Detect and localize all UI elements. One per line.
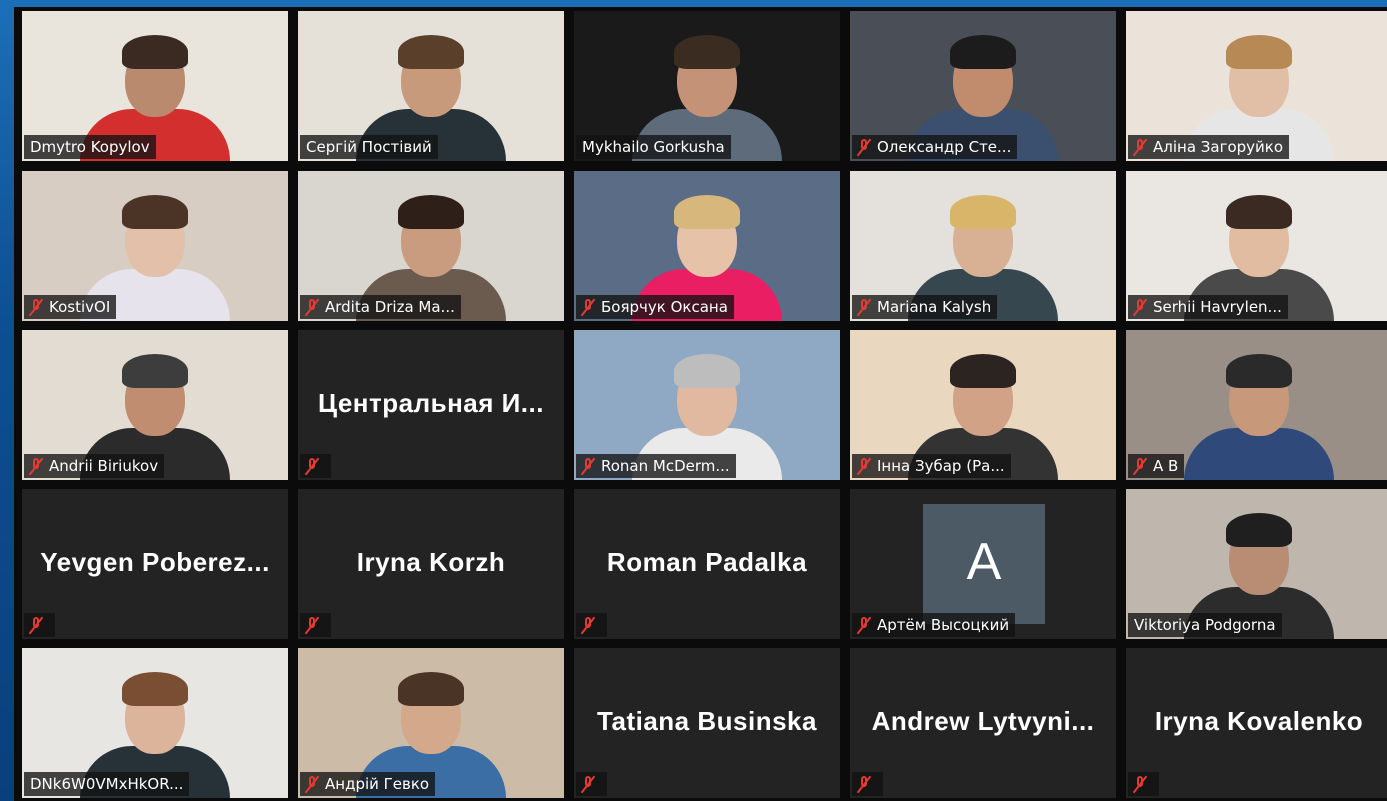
- participant-name: KostivOI: [49, 298, 111, 316]
- participant-display-name: Iryna Korzh: [356, 546, 506, 577]
- mic-muted-icon: [858, 138, 870, 156]
- participant-name: Viktoriya Podgorna: [1134, 616, 1276, 634]
- participant-name: Інна Зубар (Ра...: [877, 457, 1005, 475]
- participant-name: Аліна Загоруйко: [1153, 138, 1284, 156]
- participant-tile[interactable]: Сергій Постівий: [298, 11, 564, 161]
- participant-name-label: A B: [1128, 454, 1185, 478]
- participant-tile[interactable]: Dmytro Kopylov: [22, 11, 288, 161]
- mic-muted-icon: [30, 616, 42, 634]
- mic-muted-icon: [306, 616, 318, 634]
- participant-tile[interactable]: Олександр Сте...: [850, 11, 1116, 161]
- participant-avatar: A: [923, 504, 1045, 624]
- participant-display-name: Tatiana Businska: [597, 705, 817, 736]
- participant-tile[interactable]: A Артём Высоцкий: [850, 489, 1116, 639]
- participant-name-label: Аліна Загоруйко: [1128, 135, 1290, 159]
- participant-tile[interactable]: Andrii Biriukov: [22, 330, 288, 480]
- participant-silhouette: [1184, 340, 1334, 480]
- mic-muted-icon: [1134, 138, 1146, 156]
- zoom-gallery-view: Dmytro Kopylov Сергій Постівий Mykhailo Go…: [14, 7, 1387, 801]
- mic-muted-icon: [30, 457, 42, 475]
- mic-muted-icon: [306, 298, 318, 316]
- participant-tile[interactable]: Центральная И...: [298, 330, 564, 480]
- participant-name-label: [852, 772, 883, 796]
- participant-display-name: Центральная И...: [318, 387, 544, 418]
- participant-name: Андрій Гевко: [325, 775, 430, 793]
- participant-tile[interactable]: Iryna Kovalenko: [1126, 648, 1387, 798]
- participant-tile[interactable]: Roman Padalka: [574, 489, 840, 639]
- participant-tile[interactable]: Ronan McDerm...: [574, 330, 840, 480]
- participant-name-label: Боярчук Оксана: [576, 295, 734, 319]
- participant-name-label: [576, 772, 607, 796]
- participant-tile[interactable]: Інна Зубар (Ра...: [850, 330, 1116, 480]
- participant-name: A B: [1153, 457, 1179, 475]
- participant-name: Mariana Kalysh: [877, 298, 992, 316]
- mic-muted-icon: [1134, 457, 1146, 475]
- participant-name-label: [300, 613, 331, 637]
- participant-name-label: Інна Зубар (Ра...: [852, 454, 1011, 478]
- mic-muted-icon: [306, 457, 318, 475]
- participant-display-name: Andrew Lytvyni...: [871, 705, 1095, 736]
- participant-tile[interactable]: Боярчук Оксана: [574, 171, 840, 321]
- participant-tile[interactable]: Yevgen Poberez...: [22, 489, 288, 639]
- participant-name: Боярчук Оксана: [601, 298, 728, 316]
- mic-muted-icon: [30, 298, 42, 316]
- participant-name: DNk6W0VMxHkOR...: [30, 775, 184, 793]
- participant-name-label: Олександр Сте...: [852, 135, 1018, 159]
- mic-muted-icon: [858, 775, 870, 793]
- participant-name-label: Ardita Driza Ma...: [300, 295, 461, 319]
- participant-name-label: Андрій Гевко: [300, 772, 436, 796]
- participant-name-label: Serhii Havrylen...: [1128, 295, 1288, 319]
- participant-name-label: DNk6W0VMxHkOR...: [24, 772, 190, 796]
- mic-muted-icon: [582, 616, 594, 634]
- mic-muted-icon: [582, 298, 594, 316]
- participant-name: Andrii Biriukov: [49, 457, 159, 475]
- participant-name: Артём Высоцкий: [877, 616, 1010, 634]
- participant-tile[interactable]: Viktoriya Podgorna: [1126, 489, 1387, 639]
- participant-tile[interactable]: A B: [1126, 330, 1387, 480]
- participant-name-label: [1128, 772, 1159, 796]
- participant-tile[interactable]: Mykhailo Gorkusha: [574, 11, 840, 161]
- participant-name-label: Сергій Постівий: [300, 135, 438, 159]
- participant-name-label: Mariana Kalysh: [852, 295, 998, 319]
- participant-tile[interactable]: Аліна Загоруйко: [1126, 11, 1387, 161]
- participant-tile[interactable]: Mariana Kalysh: [850, 171, 1116, 321]
- mic-muted-icon: [582, 457, 594, 475]
- mic-muted-icon: [858, 616, 870, 634]
- participant-name: Dmytro Kopylov: [30, 138, 150, 156]
- participant-name-label: Mykhailo Gorkusha: [576, 135, 731, 159]
- participant-tile[interactable]: Ardita Driza Ma...: [298, 171, 564, 321]
- participant-name: Ardita Driza Ma...: [325, 298, 455, 316]
- participant-tile[interactable]: Andrew Lytvyni...: [850, 648, 1116, 798]
- mic-muted-icon: [858, 298, 870, 316]
- participant-name-label: [300, 454, 331, 478]
- participant-name: Mykhailo Gorkusha: [582, 138, 725, 156]
- mic-muted-icon: [582, 775, 594, 793]
- participant-tile[interactable]: Iryna Korzh: [298, 489, 564, 639]
- participant-name-label: [576, 613, 607, 637]
- mic-muted-icon: [1134, 298, 1146, 316]
- participant-tile[interactable]: Андрій Гевко: [298, 648, 564, 798]
- participant-tile[interactable]: Tatiana Businska: [574, 648, 840, 798]
- participant-name: Сергій Постівий: [306, 138, 432, 156]
- participant-display-name: Roman Padalka: [606, 546, 808, 577]
- mic-muted-icon: [858, 457, 870, 475]
- participant-name-label: [24, 613, 55, 637]
- participant-name-label: Andrii Biriukov: [24, 454, 165, 478]
- participant-tile[interactable]: DNk6W0VMxHkOR...: [22, 648, 288, 798]
- participant-name-label: Артём Высоцкий: [852, 613, 1016, 637]
- mic-muted-icon: [1134, 775, 1146, 793]
- participant-name-label: Dmytro Kopylov: [24, 135, 156, 159]
- participant-name: Ronan McDerm...: [601, 457, 730, 475]
- participant-name-label: Ronan McDerm...: [576, 454, 736, 478]
- participant-name: Serhii Havrylen...: [1153, 298, 1282, 316]
- participant-tile[interactable]: Serhii Havrylen...: [1126, 171, 1387, 321]
- participant-display-name: Iryna Kovalenko: [1154, 705, 1364, 736]
- participant-name-label: KostivOI: [24, 295, 117, 319]
- mic-muted-icon: [306, 775, 318, 793]
- participant-display-name: Yevgen Poberez...: [40, 546, 270, 577]
- participant-tile[interactable]: KostivOI: [22, 171, 288, 321]
- participant-name: Олександр Сте...: [877, 138, 1012, 156]
- participant-name-label: Viktoriya Podgorna: [1128, 613, 1282, 637]
